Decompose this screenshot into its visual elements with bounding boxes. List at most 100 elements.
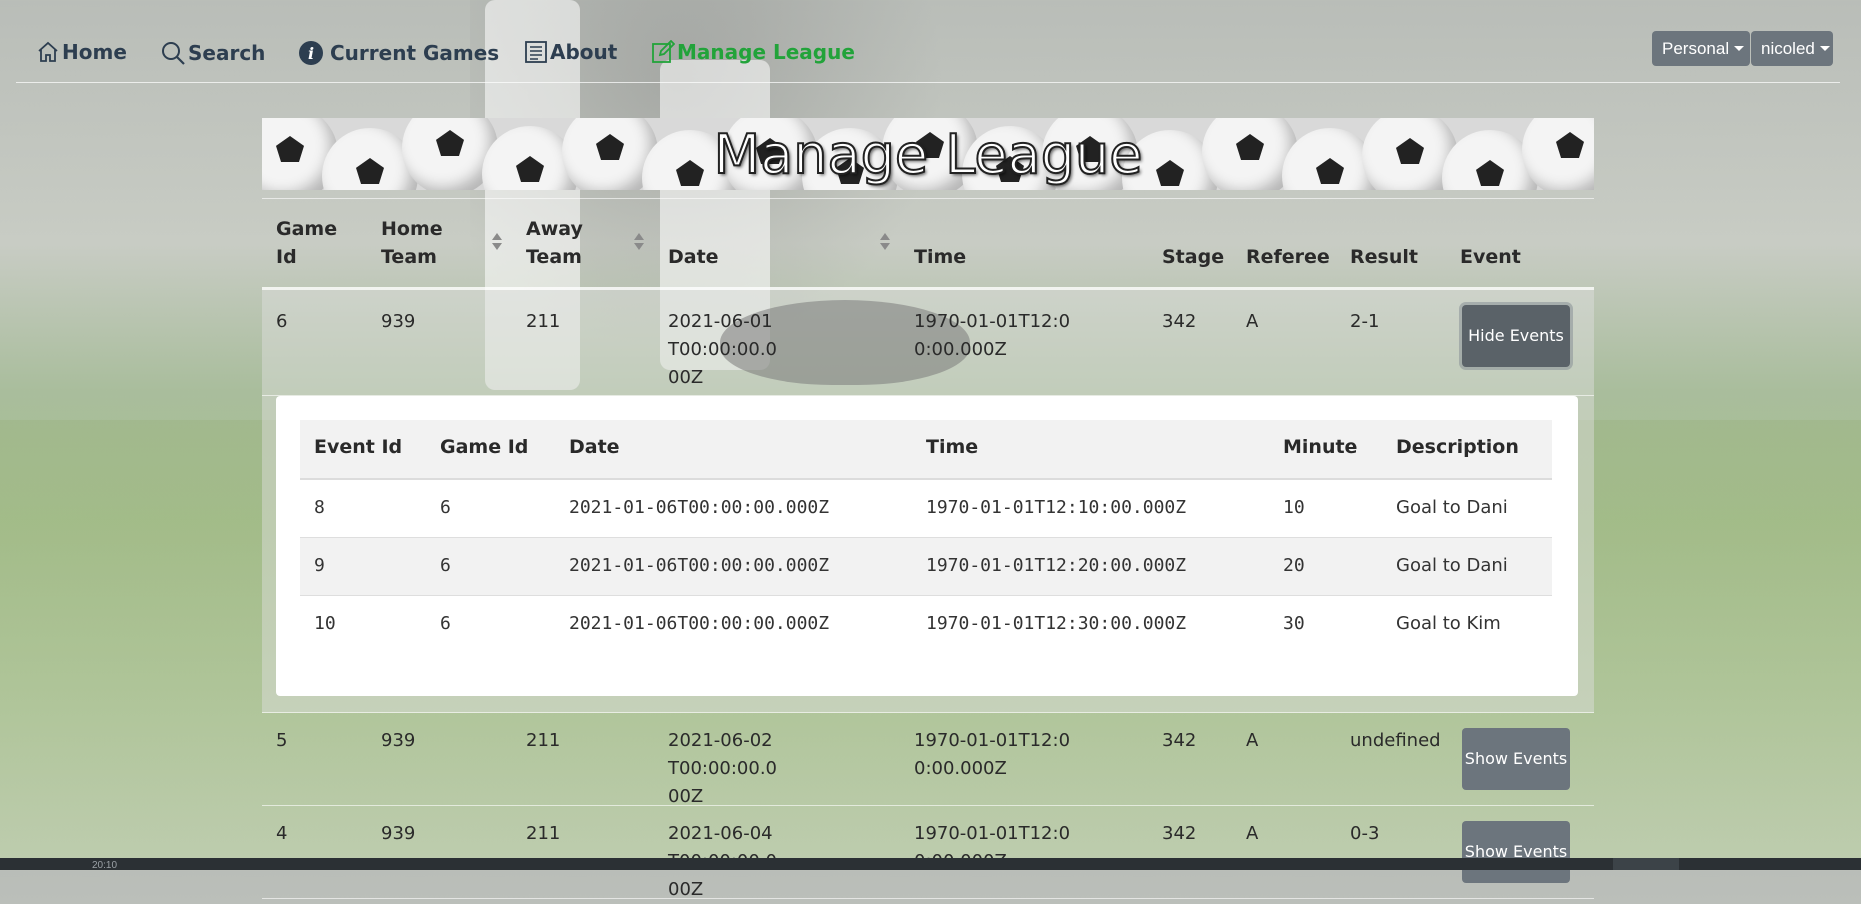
cell-time: 1970-01-01T12:00:00.000Z	[914, 730, 1071, 779]
cell-stage: 342	[1162, 730, 1197, 751]
show-events-button[interactable]: Show Events	[1462, 821, 1570, 883]
events-card: Event Id Game Id Date Time Minute Descri…	[276, 396, 1578, 696]
cell-game-id: 6	[440, 497, 451, 518]
cell-home-team: 939	[381, 311, 416, 332]
taskbar-clock: 20:10	[92, 860, 118, 871]
cell-time: 1970-01-01T12:20:00.000Z	[926, 555, 1187, 576]
cell-description: Goal to Dani	[1396, 555, 1508, 576]
cell-referee: A	[1246, 823, 1259, 844]
cell-away-team: 211	[526, 311, 561, 332]
col-header-stage: Stage	[1162, 246, 1225, 268]
page-title: Manage League	[713, 122, 1144, 187]
search-icon	[162, 42, 185, 65]
cell-date: 2021-06-01T00:00:00.000Z	[668, 311, 778, 388]
cell-result: undefined	[1350, 730, 1441, 751]
cell-date: 2021-06-02T00:00:00.000Z	[668, 730, 778, 807]
col-header-time: Time	[926, 436, 979, 458]
col-header-game-id: Game Id	[440, 436, 529, 458]
cell-event-id: 9	[314, 555, 325, 576]
cell-stage: 342	[1162, 311, 1197, 332]
chevron-down-icon	[1819, 46, 1830, 51]
sort-icon[interactable]	[634, 233, 644, 251]
events-table: Event Id Game Id Date Time Minute Descri…	[300, 420, 1552, 653]
event-row: 8 6 2021-01-06T00:00:00.000Z 1970-01-01T…	[300, 480, 1552, 538]
nav-current-games-label: Current Games	[330, 41, 500, 65]
cell-referee: A	[1246, 311, 1259, 332]
cell-event-id: 8	[314, 497, 325, 518]
cell-game-id: 6	[440, 555, 451, 576]
user-dropdown-label: nicoled	[1761, 38, 1815, 58]
personal-dropdown-label: Personal	[1662, 38, 1730, 58]
hide-events-button[interactable]: Hide Events	[1462, 305, 1570, 367]
cell-home-team: 939	[381, 823, 416, 844]
cell-game-id: 6	[440, 613, 451, 634]
nav-current-games[interactable]: i Current Games	[298, 40, 499, 66]
cell-stage: 342	[1162, 823, 1197, 844]
nav-search-label: Search	[188, 41, 266, 65]
events-table-header: Event Id Game Id Date Time Minute Descri…	[300, 420, 1552, 480]
home-icon	[38, 41, 58, 62]
col-header-home-team[interactable]: Home Team	[381, 215, 451, 271]
cell-date: 2021-01-06T00:00:00.000Z	[569, 613, 830, 634]
svg-text:i: i	[308, 44, 314, 63]
table-row: 5 939 211 2021-06-02T00:00:00.000Z 1970-…	[262, 713, 1594, 807]
col-header-event: Event	[1460, 246, 1521, 268]
cell-time: 1970-01-01T12:10:00.000Z	[926, 497, 1187, 518]
col-header-date: Date	[569, 436, 620, 458]
nav-search[interactable]: Search	[160, 40, 265, 66]
col-header-minute: Minute	[1283, 436, 1358, 458]
table-row: 4 939 211 2021-06-04T00:00:00.000Z 1970-…	[262, 806, 1594, 900]
col-header-game-id[interactable]: Game Id	[276, 215, 346, 271]
cell-minute: 10	[1283, 497, 1305, 518]
col-header-description: Description	[1396, 436, 1519, 458]
sort-icon[interactable]	[880, 233, 890, 251]
cell-referee: A	[1246, 730, 1259, 751]
col-header-referee: Referee	[1246, 246, 1330, 268]
cell-away-team: 211	[526, 823, 561, 844]
nav-about[interactable]: About	[524, 40, 617, 64]
top-navbar: Home Search i Current Games About Manage…	[16, 0, 1840, 83]
cell-game-id: 5	[276, 730, 288, 751]
games-table-header: Game Id Home Team Away Team Date Time St…	[262, 198, 1594, 290]
cell-date: 2021-01-06T00:00:00.000Z	[569, 497, 830, 518]
document-list-icon	[525, 41, 547, 63]
cell-minute: 30	[1283, 613, 1305, 634]
chevron-down-icon	[1734, 46, 1745, 51]
cell-date: 2021-01-06T00:00:00.000Z	[569, 555, 830, 576]
col-header-event-id: Event Id	[314, 436, 403, 458]
nav-manage-league-label: Manage League	[677, 40, 855, 64]
table-row: 6 939 211 2021-06-01T00:00:00.000Z 1970-…	[262, 290, 1594, 396]
cell-description: Goal to Dani	[1396, 497, 1508, 518]
cell-away-team: 211	[526, 730, 561, 751]
col-header-date[interactable]: Date	[668, 243, 719, 271]
edit-icon	[652, 40, 675, 63]
cell-event-id: 10	[314, 613, 336, 634]
cell-description: Goal to Kim	[1396, 613, 1501, 634]
cell-time: 1970-01-01T12:00:00.000Z	[914, 311, 1071, 360]
cell-home-team: 939	[381, 730, 416, 751]
nav-about-label: About	[550, 40, 618, 64]
cell-game-id: 4	[276, 823, 288, 844]
cell-game-id: 6	[276, 311, 288, 332]
cell-minute: 20	[1283, 555, 1305, 576]
col-header-time: Time	[914, 246, 967, 268]
taskbar-tab[interactable]	[1613, 858, 1679, 870]
show-events-button[interactable]: Show Events	[1462, 728, 1570, 790]
info-icon: i	[299, 41, 323, 65]
nav-home[interactable]: Home	[36, 40, 127, 64]
nav-manage-league[interactable]: Manage League	[651, 40, 855, 64]
nav-home-label: Home	[62, 40, 127, 64]
cell-result: 2-1	[1350, 311, 1380, 332]
page-banner: Manage League	[262, 118, 1594, 190]
games-table: Game Id Home Team Away Team Date Time St…	[262, 198, 1594, 900]
taskbar	[0, 858, 1861, 870]
event-row: 9 6 2021-01-06T00:00:00.000Z 1970-01-01T…	[300, 538, 1552, 596]
col-header-result: Result	[1350, 246, 1418, 268]
cell-time: 1970-01-01T12:30:00.000Z	[926, 613, 1187, 634]
events-detail-row: Event Id Game Id Date Time Minute Descri…	[262, 396, 1594, 713]
user-dropdown[interactable]: nicoled	[1751, 31, 1833, 66]
sort-icon[interactable]	[492, 233, 502, 251]
personal-dropdown[interactable]: Personal	[1652, 31, 1750, 66]
cell-result: 0-3	[1350, 823, 1380, 844]
col-header-away-team[interactable]: Away Team	[526, 215, 596, 271]
